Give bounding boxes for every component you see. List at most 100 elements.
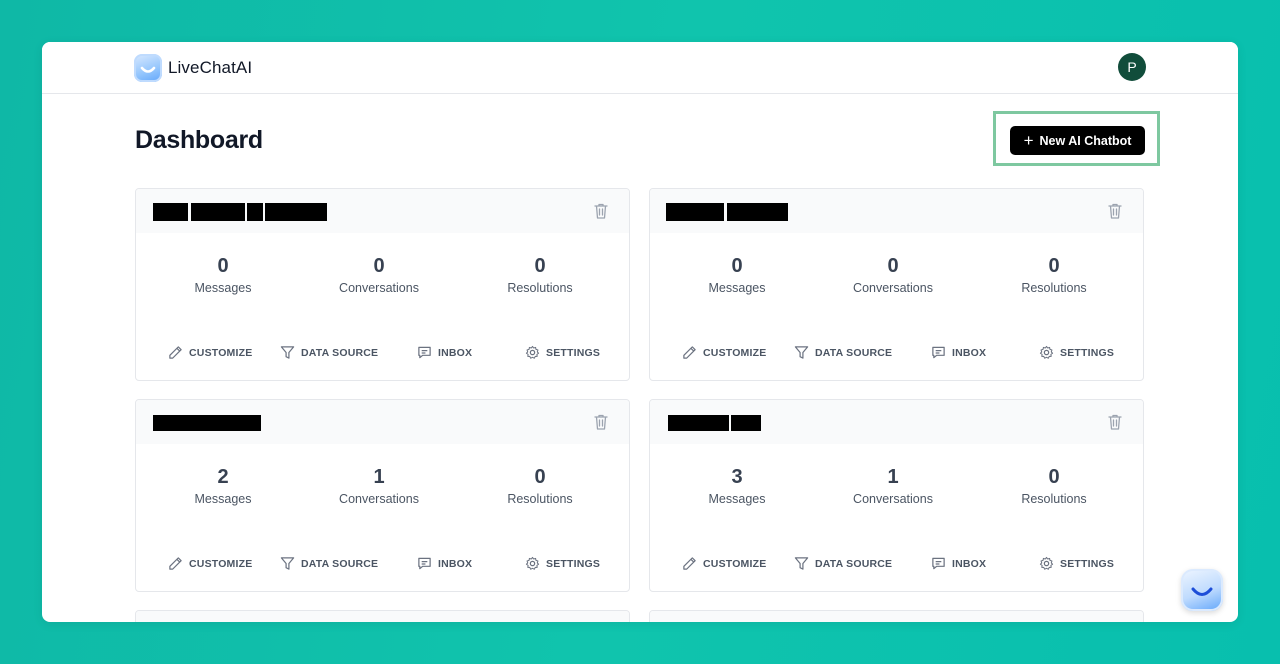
- redacted-name-block: [247, 203, 263, 221]
- inbox-label: INBOX: [438, 557, 473, 570]
- card-header: [650, 189, 1143, 233]
- card-actions: CUSTOMIZE DATA SOURCE INBOX SETTINGS: [136, 556, 629, 574]
- customize-label: CUSTOMIZE: [189, 346, 253, 359]
- resolutions-count: 0: [1048, 255, 1060, 277]
- stat-messages: 3 Messages: [657, 466, 817, 506]
- messages-label: Messages: [194, 281, 252, 295]
- pencil-icon: [683, 557, 696, 570]
- inbox-button[interactable]: INBOX: [931, 345, 986, 360]
- user-avatar[interactable]: P: [1118, 53, 1146, 81]
- settings-button[interactable]: SETTINGS: [525, 345, 600, 360]
- customize-label: CUSTOMIZE: [189, 557, 253, 570]
- conversations-count: 0: [373, 255, 385, 277]
- settings-label: SETTINGS: [1060, 346, 1115, 359]
- messages-label: Messages: [708, 281, 766, 295]
- data-source-label: DATA SOURCE: [301, 557, 379, 570]
- settings-button[interactable]: SETTINGS: [1039, 556, 1114, 571]
- conversations-count: 0: [887, 255, 899, 277]
- stat-messages: 0 Messages: [657, 255, 817, 295]
- chat-icon: [932, 346, 945, 359]
- card-actions: CUSTOMIZE DATA SOURCE INBOX SETTINGS: [136, 345, 629, 363]
- card-header: [650, 611, 1143, 622]
- data-source-label: DATA SOURCE: [815, 346, 893, 359]
- resolutions-label: Resolutions: [507, 281, 573, 295]
- inbox-button[interactable]: INBOX: [931, 556, 986, 571]
- stat-conversations: 0 Conversations: [299, 255, 459, 295]
- card-header: [650, 400, 1143, 444]
- pencil-icon: [169, 557, 182, 570]
- chatbot-card: 2 Messages 1 Conversations 0 Resolutions…: [135, 399, 630, 592]
- resolutions-label: Resolutions: [1021, 492, 1087, 506]
- redacted-name-block: [153, 415, 261, 431]
- stat-messages: 0 Messages: [143, 255, 303, 295]
- messages-count: 0: [217, 255, 229, 277]
- trash-icon[interactable]: [593, 413, 609, 431]
- gear-icon: [1039, 556, 1054, 570]
- data-source-button[interactable]: DATA SOURCE: [280, 556, 378, 571]
- messages-label: Messages: [708, 492, 766, 506]
- trash-icon[interactable]: [1107, 413, 1123, 431]
- stat-resolutions: 0 Resolutions: [460, 255, 620, 295]
- trash-icon[interactable]: [593, 202, 609, 220]
- filter-icon: [794, 557, 809, 570]
- data-source-button[interactable]: DATA SOURCE: [280, 345, 378, 360]
- customize-label: CUSTOMIZE: [703, 346, 767, 359]
- chat-icon: [932, 557, 945, 570]
- chat-icon: [418, 557, 431, 570]
- resolutions-count: 0: [534, 466, 546, 488]
- chatbot-card-partial: [649, 610, 1144, 622]
- redacted-name-block: [731, 415, 761, 431]
- filter-icon: [794, 346, 809, 359]
- settings-button[interactable]: SETTINGS: [525, 556, 600, 571]
- data-source-label: DATA SOURCE: [815, 557, 893, 570]
- customize-button[interactable]: CUSTOMIZE: [168, 556, 252, 571]
- card-header: [136, 400, 629, 444]
- stat-conversations: 1 Conversations: [299, 466, 459, 506]
- filter-icon: [280, 346, 295, 359]
- plus-icon: +: [1023, 130, 1034, 150]
- customize-button[interactable]: CUSTOMIZE: [682, 556, 766, 571]
- data-source-button[interactable]: DATA SOURCE: [794, 556, 892, 571]
- inbox-label: INBOX: [438, 346, 473, 359]
- inbox-button[interactable]: INBOX: [417, 556, 472, 571]
- smile-chat-icon[interactable]: [1181, 569, 1223, 611]
- top-navbar: LiveChatAI P: [42, 42, 1238, 94]
- resolutions-label: Resolutions: [1021, 281, 1087, 295]
- card-actions: CUSTOMIZE DATA SOURCE INBOX SETTINGS: [650, 556, 1143, 574]
- resolutions-label: Resolutions: [507, 492, 573, 506]
- resolutions-count: 0: [1048, 466, 1060, 488]
- customize-button[interactable]: CUSTOMIZE: [168, 345, 252, 360]
- stat-messages: 2 Messages: [143, 466, 303, 506]
- settings-button[interactable]: SETTINGS: [1039, 345, 1114, 360]
- data-source-label: DATA SOURCE: [301, 346, 379, 359]
- messages-count: 0: [731, 255, 743, 277]
- inbox-button[interactable]: INBOX: [417, 345, 472, 360]
- messages-label: Messages: [194, 492, 252, 506]
- redacted-name-block: [668, 415, 729, 431]
- filter-icon: [280, 557, 295, 570]
- data-source-button[interactable]: DATA SOURCE: [794, 345, 892, 360]
- trash-icon[interactable]: [1107, 202, 1123, 220]
- customize-button[interactable]: CUSTOMIZE: [682, 345, 766, 360]
- redacted-name-block: [191, 203, 245, 221]
- chatbot-card-partial: [135, 610, 630, 622]
- messages-count: 3: [731, 466, 743, 488]
- inbox-label: INBOX: [952, 346, 987, 359]
- redacted-name-block: [727, 203, 788, 221]
- brand-name[interactable]: LiveChatAI: [168, 58, 252, 78]
- stat-resolutions: 0 Resolutions: [974, 466, 1134, 506]
- smile-logo-icon[interactable]: [134, 54, 162, 82]
- stat-resolutions: 0 Resolutions: [460, 466, 620, 506]
- card-actions: CUSTOMIZE DATA SOURCE INBOX SETTINGS: [650, 345, 1143, 363]
- redacted-name-block: [153, 203, 188, 221]
- new-ai-chatbot-button[interactable]: + New AI Chatbot: [1010, 126, 1145, 155]
- chatbot-card: 0 Messages 0 Conversations 0 Resolutions…: [135, 188, 630, 381]
- pencil-icon: [169, 346, 182, 359]
- stat-conversations: 1 Conversations: [813, 466, 973, 506]
- conversations-count: 1: [373, 466, 385, 488]
- conversations-label: Conversations: [339, 492, 419, 506]
- inbox-label: INBOX: [952, 557, 987, 570]
- card-header: [136, 611, 629, 622]
- page-title: Dashboard: [135, 126, 263, 154]
- app-window: LiveChatAI P Dashboard + New AI Chatbot …: [42, 42, 1238, 622]
